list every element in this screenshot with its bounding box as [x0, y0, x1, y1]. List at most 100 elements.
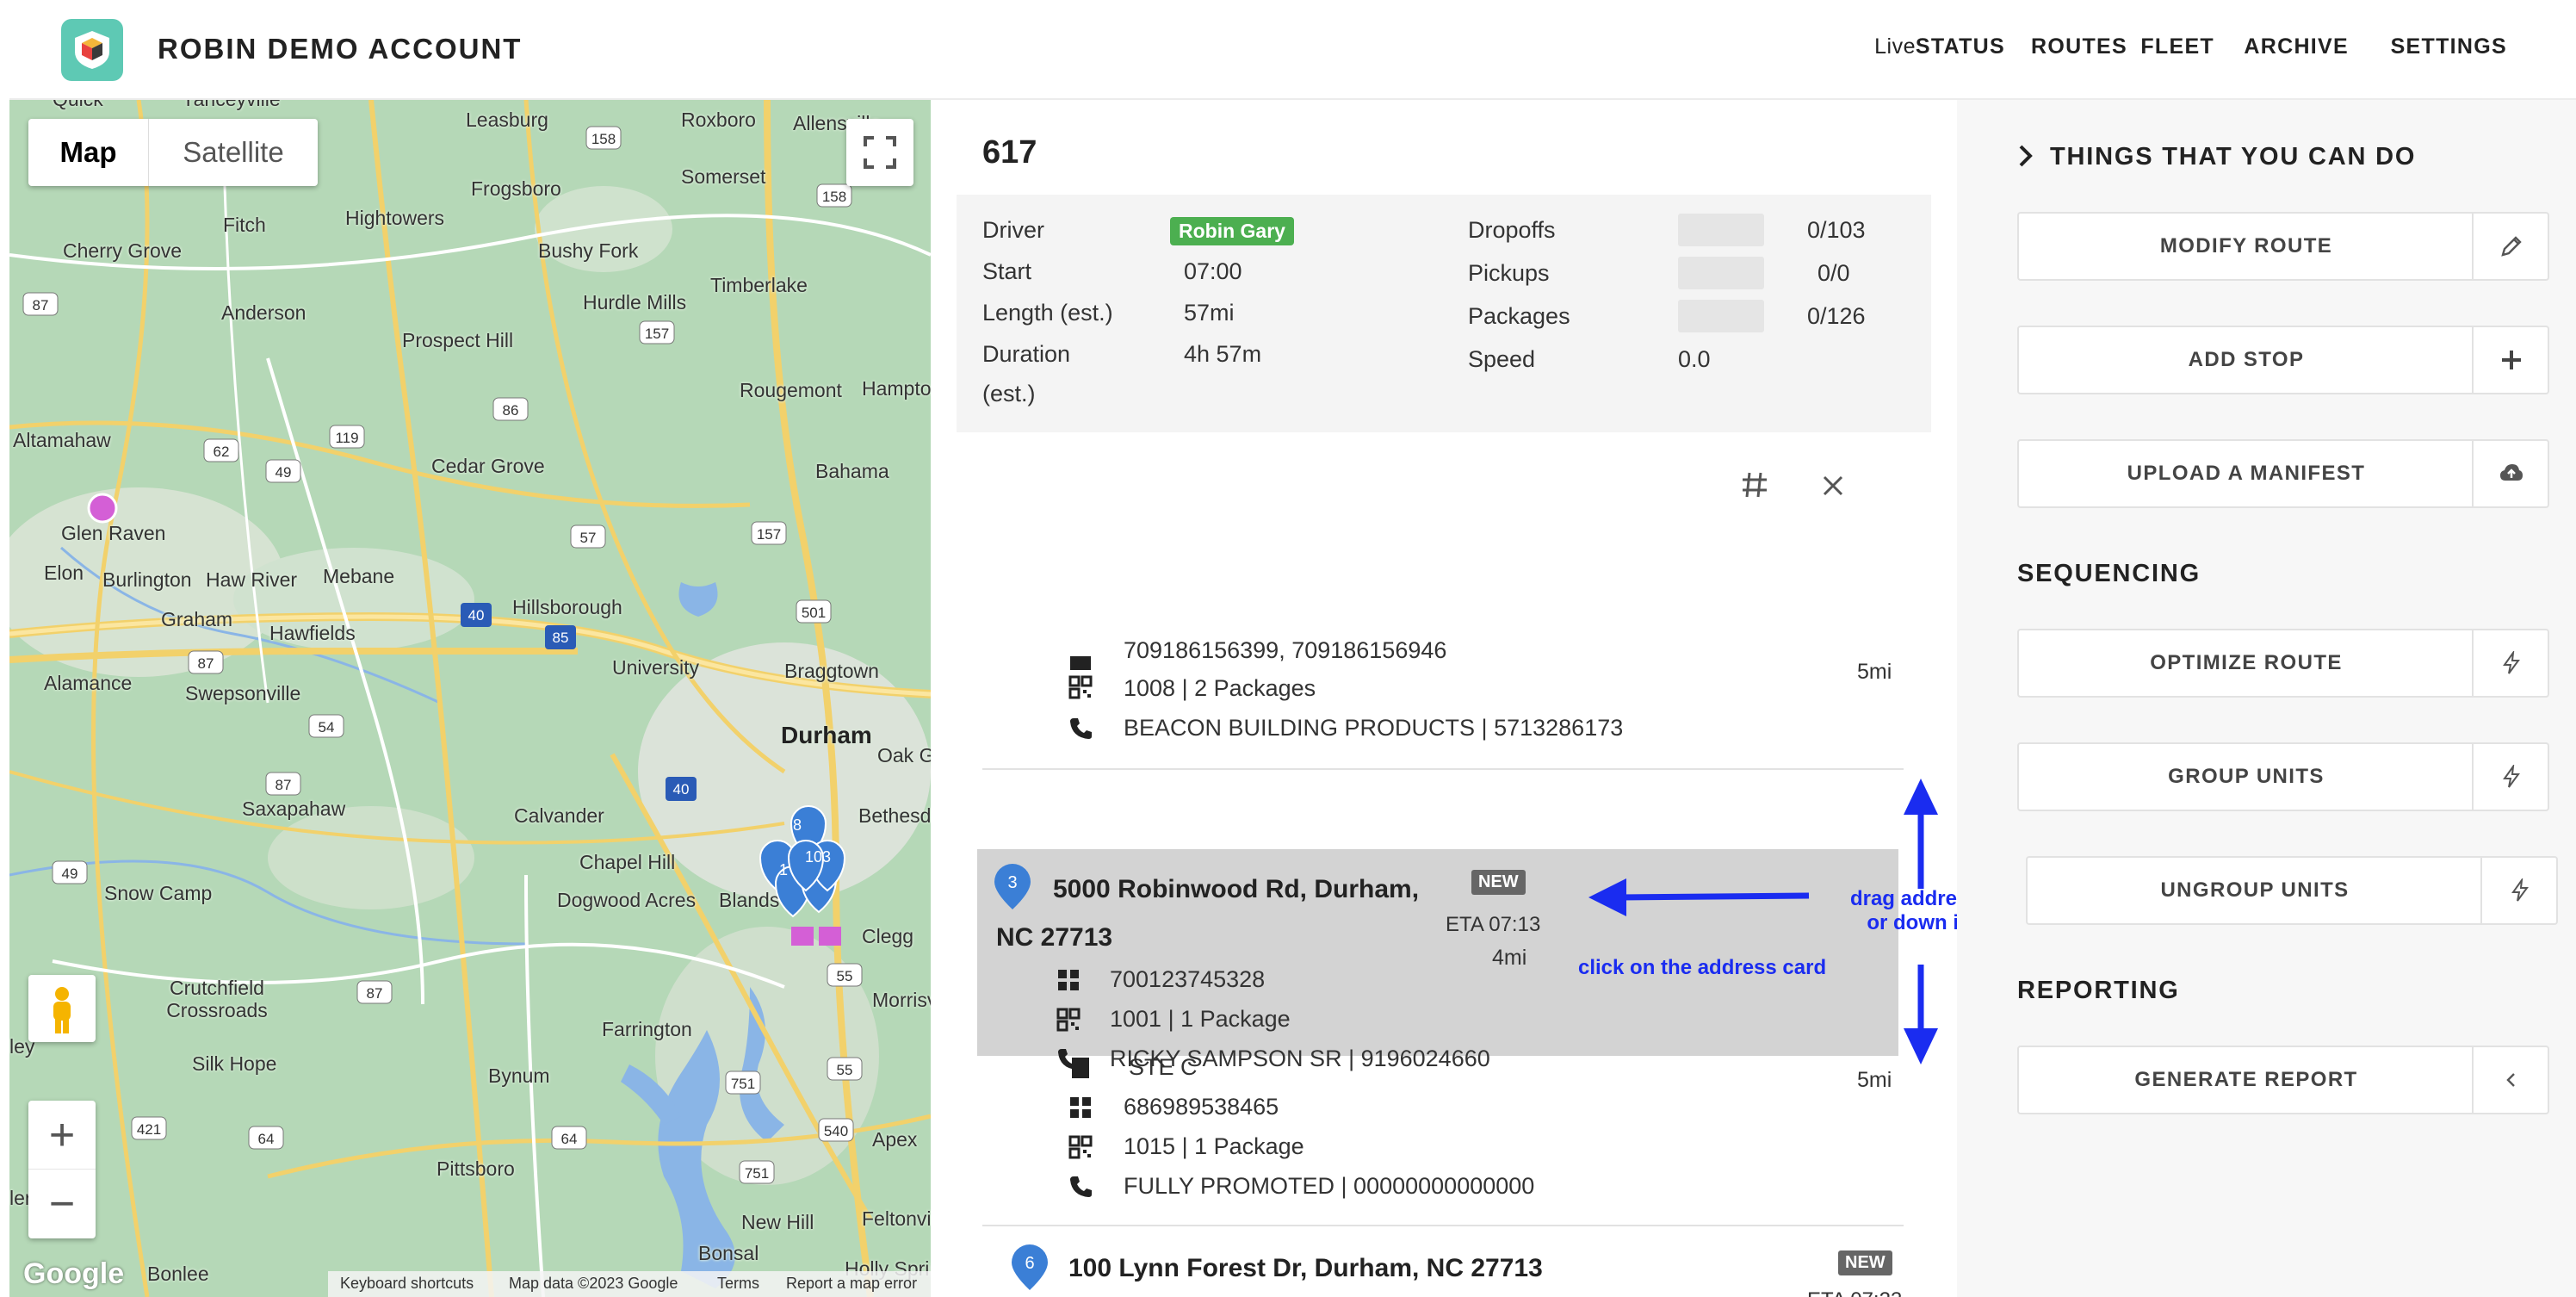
stop-barcode: 686989538465: [1124, 1094, 1279, 1120]
duration-label-est: (est.): [982, 381, 1036, 406]
stop-address[interactable]: 5000 Robinwood Rd, Durham,: [1053, 875, 1419, 904]
cloud-upload-icon: [2500, 464, 2523, 481]
svg-text:1: 1: [779, 861, 788, 878]
list-divider: [982, 1225, 1904, 1226]
app-window: ROBIN DEMO ACCOUNT Live STATUS ROUTES FL…: [9, 0, 2576, 1297]
route-shield-label: 158: [822, 189, 846, 205]
nav-archive[interactable]: ARCHIVE: [2244, 34, 2349, 59]
stop-address[interactable]: 100 Lynn Forest Dr, Durham, NC 27713: [1068, 1254, 1543, 1283]
click-annotation-text: click on the address card: [1578, 956, 1827, 979]
optimize-route-button[interactable]: OPTIMIZE ROUTE: [2017, 629, 2549, 698]
new-badge: NEW: [1838, 1250, 1892, 1275]
route-shield-label: 85: [553, 630, 569, 646]
zoom-in-button[interactable]: +: [28, 1101, 96, 1170]
chevron-right-icon: [2019, 145, 2033, 167]
route-detail-panel: 617 Driver Robin Gary Start 07:00 Length…: [931, 100, 1957, 1297]
qr-code-icon: [1056, 1008, 1081, 1032]
map-data-attribution: Map data ©2023 Google: [509, 1275, 678, 1292]
pencil-icon: [2501, 236, 2522, 257]
route-shield-label: 86: [503, 402, 519, 419]
stop-distance: 4mi: [1492, 946, 1527, 970]
generate-report-button[interactable]: GENERATE REPORT: [2017, 1046, 2549, 1114]
drag-annotation-text: drag address card up or down in the list: [1843, 887, 1957, 935]
route-shield-label: 62: [214, 444, 230, 460]
nav-fleet[interactable]: FLEET: [2140, 34, 2214, 59]
keyboard-shortcuts-link[interactable]: Keyboard shortcuts: [340, 1275, 474, 1293]
stop-list: 709186156399, 709186156946 5mi 1008 | 2 …: [931, 539, 1957, 1297]
pickups-progress-bar: [1678, 257, 1764, 289]
ungroup-units-button[interactable]: UNGROUP UNITS: [2026, 856, 2558, 925]
stop-number-pin-icon: 3: [994, 864, 1031, 909]
route-shield-label: 64: [561, 1131, 578, 1147]
route-shield-label: 157: [645, 326, 669, 342]
lightning-icon: [2511, 878, 2529, 902]
route-shield-label: 157: [757, 526, 781, 543]
phone-icon: [1070, 1176, 1092, 1197]
stop-contact: BEACON BUILDING PRODUCTS | 5713286173: [1124, 715, 1624, 741]
lightning-icon: [2503, 651, 2520, 674]
zoom-out-button[interactable]: −: [28, 1170, 96, 1238]
terms-link[interactable]: Terms: [717, 1275, 759, 1293]
map-type-satellite-button[interactable]: Satellite: [149, 119, 318, 186]
route-shield-label: 40: [468, 607, 485, 624]
route-shield-label: 540: [824, 1123, 848, 1139]
hash-icon[interactable]: [1740, 470, 1769, 500]
nav-live-label[interactable]: Live: [1874, 34, 1916, 59]
phone-icon: [1058, 1049, 1080, 1070]
stop-order: 1015 | 1 Package: [1124, 1133, 1304, 1159]
route-shield-label: 501: [802, 605, 826, 621]
start-label: Start: [982, 258, 1032, 284]
route-shield-label: 751: [745, 1165, 769, 1182]
route-shield-label: 64: [258, 1131, 275, 1147]
nav-status[interactable]: STATUS: [1916, 34, 2005, 59]
close-icon[interactable]: [1821, 474, 1845, 498]
stop-contact: RICKY SAMPSON SR | 9196024660: [1110, 1046, 1490, 1071]
packages-value: 0/126: [1807, 303, 1866, 329]
route-shield-label: 40: [673, 781, 690, 797]
route-title: 617: [982, 134, 1037, 171]
stop-address-line2[interactable]: NC 27713: [996, 923, 1112, 953]
stop-barcode: 709186156399, 709186156946: [1124, 637, 1447, 663]
length-value: 57mi: [1184, 300, 1235, 326]
nav-routes[interactable]: ROUTES: [2031, 34, 2127, 59]
svg-text:103: 103: [805, 848, 831, 866]
group-units-button[interactable]: GROUP UNITS: [2017, 742, 2549, 811]
route-shield-label: 119: [335, 430, 358, 446]
start-value: 07:00: [1184, 258, 1242, 284]
svg-text:6: 6: [1025, 1254, 1034, 1273]
nav-settings[interactable]: SETTINGS: [2391, 34, 2507, 59]
stop-barcode: 700123745328: [1110, 966, 1266, 992]
phone-icon: [1070, 718, 1092, 739]
sequencing-heading: SEQUENCING: [2017, 560, 2201, 587]
route-shield-label: 87: [276, 777, 292, 793]
svg-text:8: 8: [793, 816, 802, 834]
dropoffs-progress-bar: [1678, 214, 1764, 246]
map-type-toggle: Map Satellite: [28, 119, 318, 186]
route-shield-label: 421: [137, 1121, 161, 1138]
report-map-error-link[interactable]: Report a map error: [786, 1275, 917, 1293]
map-type-map-button[interactable]: Map: [28, 119, 149, 186]
qr-code-icon: [1068, 675, 1093, 699]
barcode-icon: [1070, 656, 1091, 670]
modify-route-button[interactable]: MODIFY ROUTE: [2017, 212, 2549, 281]
street-view-pegman-button[interactable]: [28, 975, 96, 1042]
add-stop-label: ADD STOP: [2188, 348, 2305, 371]
duration-value: 4h 57m: [1184, 341, 1262, 367]
map-view[interactable]: Quick Yanceyville Leasburg Roxboro Allen…: [9, 100, 931, 1297]
stop-distance: 5mi: [1857, 1068, 1892, 1092]
fullscreen-button[interactable]: [846, 119, 913, 186]
upload-manifest-button[interactable]: UPLOAD A MANIFEST: [2017, 439, 2549, 508]
pegman-icon: [53, 987, 71, 1033]
route-shield-label: 49: [62, 866, 78, 882]
upload-manifest-label: UPLOAD A MANIFEST: [2127, 462, 2366, 485]
actions-heading[interactable]: THINGS THAT YOU CAN DO: [2017, 143, 2416, 171]
route-shield-label: 57: [580, 530, 597, 546]
ungroup-units-label: UNGROUP UNITS: [2160, 878, 2350, 902]
account-name: ROBIN DEMO ACCOUNT: [158, 33, 523, 65]
pickups-label: Pickups: [1468, 260, 1550, 286]
driver-badge[interactable]: Robin Gary: [1170, 217, 1294, 245]
stop-contact: FULLY PROMOTED | 00000000000000: [1124, 1173, 1535, 1199]
app-logo-icon[interactable]: [61, 19, 123, 81]
route-summary: Driver Robin Gary Start 07:00 Length (es…: [957, 195, 1931, 432]
add-stop-button[interactable]: ADD STOP: [2017, 326, 2549, 394]
